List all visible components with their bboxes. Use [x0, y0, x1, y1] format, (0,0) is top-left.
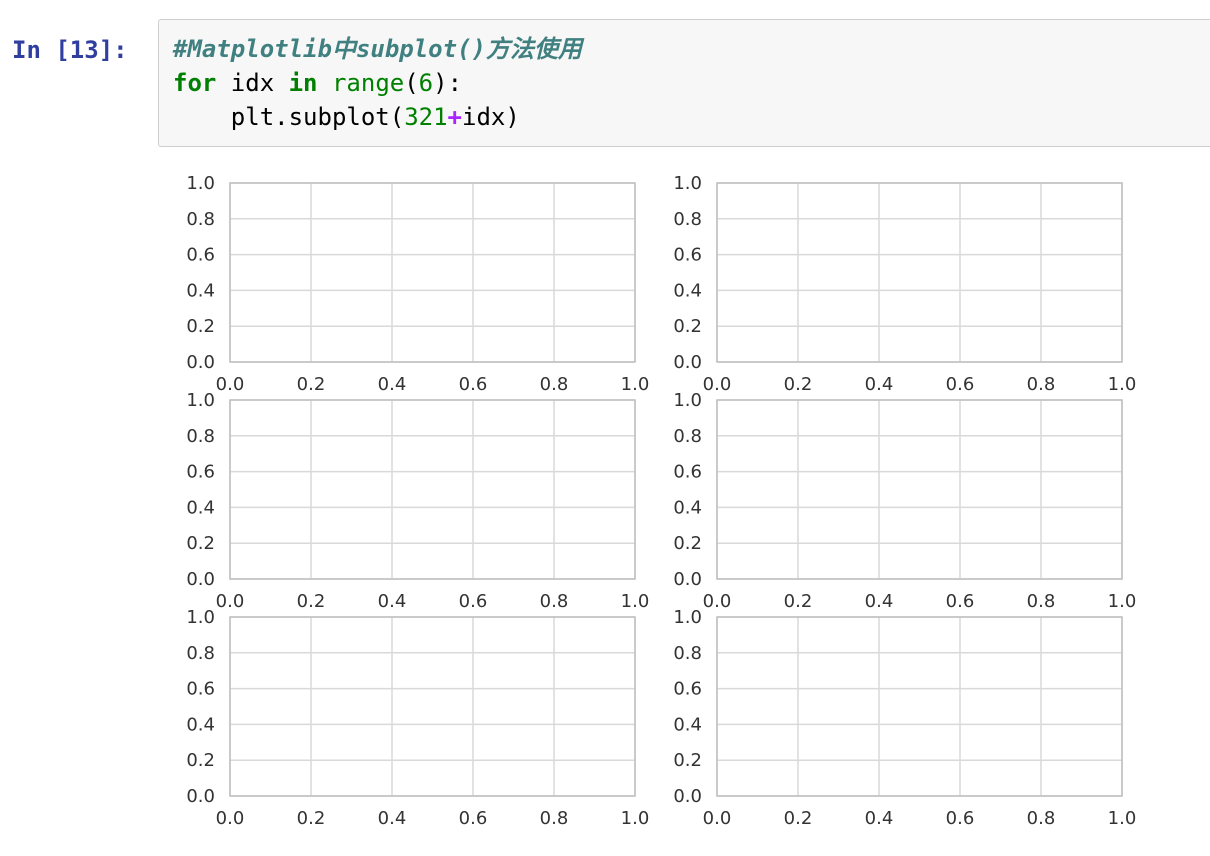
- subplot-325-xtick-1.0: 1.0: [621, 808, 650, 829]
- builtin-range: range: [331, 69, 405, 97]
- subplot-324-xtick-0.0: 0.0: [703, 591, 732, 612]
- subplot-325-axes-frame: [229, 616, 636, 797]
- number-6: 6: [418, 69, 434, 97]
- subplot-326-xtick-1.0: 1.0: [1108, 808, 1137, 829]
- subplot-322-xtick-0.6: 0.6: [946, 374, 975, 395]
- subplot-322-xtick-0.0: 0.0: [703, 374, 732, 395]
- subplot-322-ytick-0.4: 0.4: [673, 280, 702, 301]
- subplot-326-ytick-1.0: 1.0: [673, 607, 702, 628]
- subplot-322-xtick-1.0: 1.0: [1108, 374, 1137, 395]
- operator-plus: +: [447, 103, 462, 131]
- subplot-325-ytick-0.0: 0.0: [186, 786, 215, 807]
- subplot-324-xtick-0.6: 0.6: [946, 591, 975, 612]
- subplot-321-ytick-0.4: 0.4: [186, 280, 215, 301]
- subplot-321-ytick-0.8: 0.8: [186, 209, 215, 230]
- keyword-in: in: [288, 69, 318, 97]
- subplot-323-ytick-0.6: 0.6: [186, 462, 215, 483]
- subplot-324-ytick-0.6: 0.6: [673, 462, 702, 483]
- subplot-322-xtick-0.2: 0.2: [784, 374, 813, 395]
- subplot-322-ytick-0.6: 0.6: [673, 245, 702, 266]
- subplot-321-ytick-0.2: 0.2: [186, 316, 215, 337]
- subplot-321-ytick-0.0: 0.0: [186, 352, 215, 373]
- subplot-326-ytick-0.4: 0.4: [673, 714, 702, 735]
- subplot-322-ytick-0.0: 0.0: [673, 352, 702, 373]
- subplot-324-xtick-0.8: 0.8: [1027, 591, 1056, 612]
- keyword-for: for: [173, 69, 217, 97]
- subplot-326-xtick-0.2: 0.2: [784, 808, 813, 829]
- subplot-323-xtick-0.0: 0.0: [216, 591, 245, 612]
- subplot-323-ytick-0.0: 0.0: [186, 569, 215, 590]
- subplot-325-ytick-0.8: 0.8: [186, 643, 215, 664]
- subplot-321-xtick-0.0: 0.0: [216, 374, 245, 395]
- subplot-322-axes-frame: [716, 182, 1123, 363]
- code-comment: #Matplotlib中subplot()方法使用: [173, 35, 582, 63]
- subplot-326-ytick-0.6: 0.6: [673, 679, 702, 700]
- subplot-321-axes-frame: [229, 182, 636, 363]
- subplot-322-ytick-1.0: 1.0: [673, 173, 702, 194]
- subplot-326-ytick-0.2: 0.2: [673, 750, 702, 771]
- idx-close: idx): [462, 103, 520, 131]
- subplot-321-ytick-1.0: 1.0: [186, 173, 215, 194]
- subplot-324-xtick-1.0: 1.0: [1108, 591, 1137, 612]
- subplot-322-xtick-0.4: 0.4: [865, 374, 894, 395]
- subplot-326-xtick-0.8: 0.8: [1027, 808, 1056, 829]
- subplot-321-ytick-0.6: 0.6: [186, 245, 215, 266]
- subplot-325-ytick-0.2: 0.2: [186, 750, 215, 771]
- subplot-324-xtick-0.4: 0.4: [865, 591, 894, 612]
- subplot-321-xtick-0.6: 0.6: [459, 374, 488, 395]
- paren-close-colon: ):: [433, 69, 463, 97]
- subplot-325-xtick-0.2: 0.2: [297, 808, 326, 829]
- subplot-321-xtick-0.4: 0.4: [378, 374, 407, 395]
- input-prompt: In [13]:: [12, 36, 128, 64]
- subplot-326-xtick-0.4: 0.4: [865, 808, 894, 829]
- subplot-326-ytick-0.8: 0.8: [673, 643, 702, 664]
- subplot-323-xtick-1.0: 1.0: [621, 591, 650, 612]
- subplot-325-ytick-1.0: 1.0: [186, 607, 215, 628]
- subplot-322-ytick-0.8: 0.8: [673, 209, 702, 230]
- subplot-324-ytick-0.0: 0.0: [673, 569, 702, 590]
- subplot-321-xtick-0.2: 0.2: [297, 374, 326, 395]
- subplot-324-xtick-0.2: 0.2: [784, 591, 813, 612]
- subplot-321-xtick-1.0: 1.0: [621, 374, 650, 395]
- subplot-323-ytick-0.4: 0.4: [186, 497, 215, 518]
- subplot-325-ytick-0.6: 0.6: [186, 679, 215, 700]
- subplot-325-ytick-0.4: 0.4: [186, 714, 215, 735]
- subplot-326-axes-frame: [716, 616, 1123, 797]
- subplot-322-ytick-0.2: 0.2: [673, 316, 702, 337]
- subplot-323-ytick-0.2: 0.2: [186, 533, 215, 554]
- subplot-323-xtick-0.4: 0.4: [378, 591, 407, 612]
- subplot-326-xtick-0.0: 0.0: [703, 808, 732, 829]
- number-321: 321: [404, 103, 448, 131]
- subplot-325-xtick-0.8: 0.8: [540, 808, 569, 829]
- subplot-324-axes-frame: [716, 399, 1123, 580]
- var-idx: idx: [216, 69, 289, 97]
- subplot-324-ytick-0.2: 0.2: [673, 533, 702, 554]
- paren-open: (: [404, 69, 419, 97]
- subplot-call: plt.subplot(: [230, 103, 405, 131]
- subplot-323-axes-frame: [229, 399, 636, 580]
- subplot-326-xtick-0.6: 0.6: [946, 808, 975, 829]
- subplot-323-xtick-0.8: 0.8: [540, 591, 569, 612]
- subplot-325-xtick-0.0: 0.0: [216, 808, 245, 829]
- subplot-323-ytick-1.0: 1.0: [186, 390, 215, 411]
- subplot-324-ytick-0.8: 0.8: [673, 426, 702, 447]
- subplot-321-xtick-0.8: 0.8: [540, 374, 569, 395]
- subplot-325-xtick-0.6: 0.6: [459, 808, 488, 829]
- subplot-326-ytick-0.0: 0.0: [673, 786, 702, 807]
- subplot-322-xtick-0.8: 0.8: [1027, 374, 1056, 395]
- subplot-324-ytick-1.0: 1.0: [673, 390, 702, 411]
- subplot-324-ytick-0.4: 0.4: [673, 497, 702, 518]
- code-cell[interactable]: #Matplotlib中subplot()方法使用 for idx in ran…: [158, 19, 1210, 147]
- subplot-323-xtick-0.2: 0.2: [297, 591, 326, 612]
- code-editor[interactable]: #Matplotlib中subplot()方法使用 for idx in ran…: [173, 32, 582, 134]
- subplot-323-ytick-0.8: 0.8: [186, 426, 215, 447]
- subplot-325-xtick-0.4: 0.4: [378, 808, 407, 829]
- subplot-323-xtick-0.6: 0.6: [459, 591, 488, 612]
